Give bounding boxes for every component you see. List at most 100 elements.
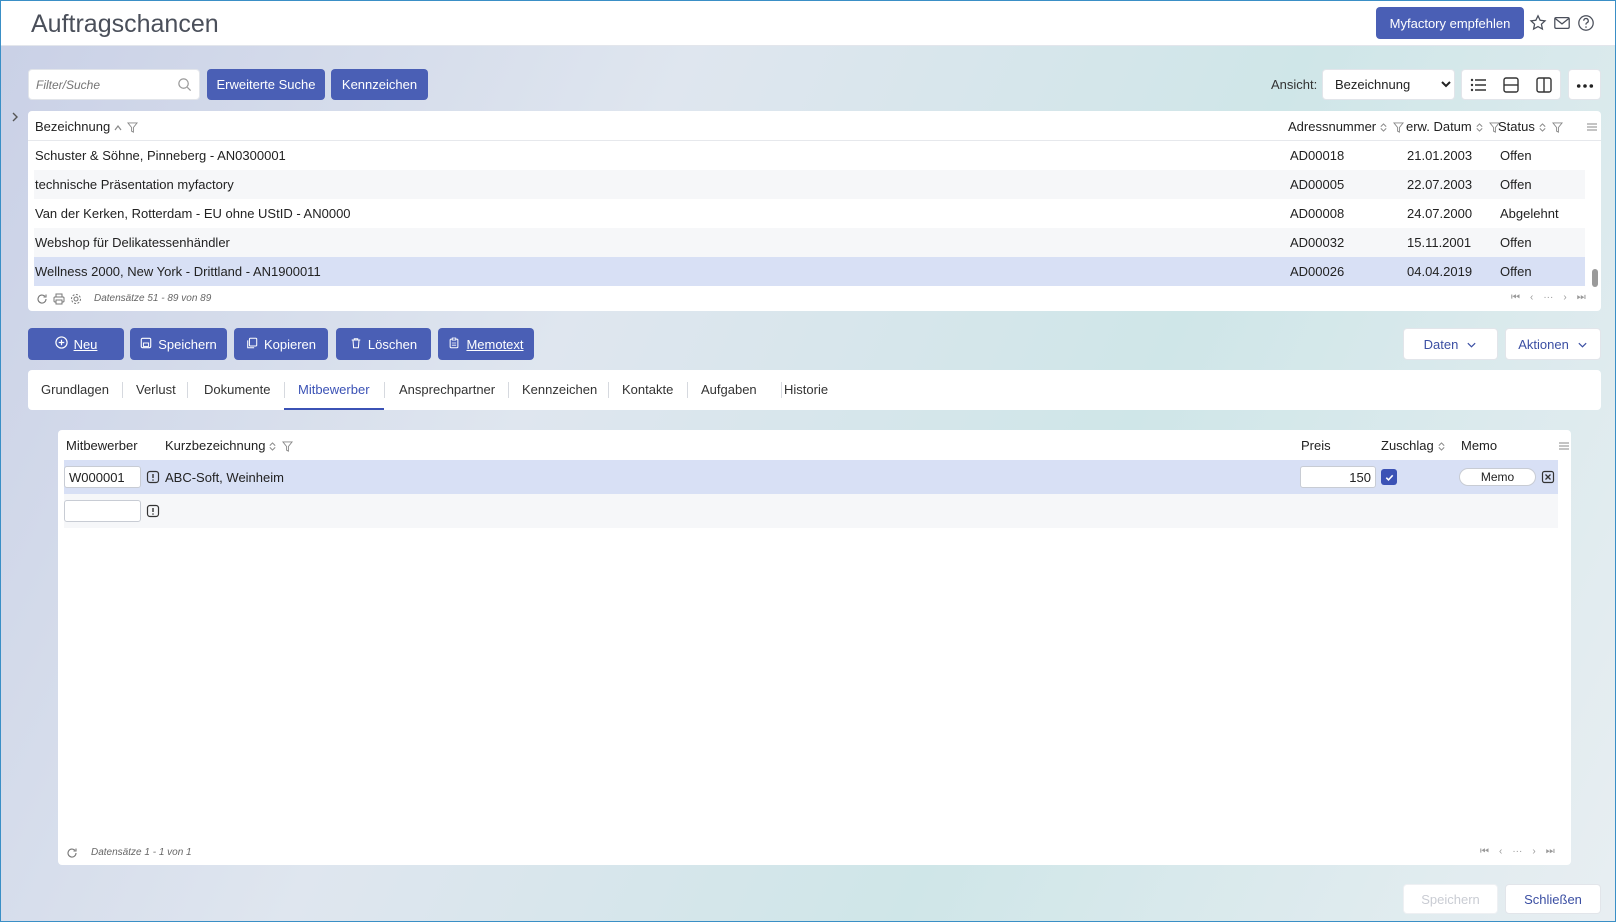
column-header-bezeichnung[interactable]: Bezeichnung: [35, 119, 139, 134]
close-button[interactable]: Schließen: [1505, 884, 1601, 914]
page-ellipsis-icon[interactable]: ···: [1512, 846, 1522, 857]
settings-icon[interactable]: [70, 293, 82, 305]
kennzeichen-button[interactable]: Kennzeichen: [331, 69, 428, 100]
refresh-icon[interactable]: [36, 293, 48, 305]
copy-button[interactable]: Kopieren: [234, 328, 328, 360]
table-row-selected[interactable]: ABC-Soft, Weinheim Memo: [64, 460, 1558, 494]
subgrid-header: Mitbewerber Kurzbezeichnung Preis Zuschl…: [58, 430, 1571, 460]
sort-asc-icon[interactable]: [113, 121, 124, 132]
view-label: Ansicht:: [1271, 77, 1318, 92]
split-horizontal-icon[interactable]: [1501, 75, 1521, 95]
print-icon[interactable]: [53, 293, 65, 305]
delete-button[interactable]: Löschen: [336, 328, 431, 360]
table-row[interactable]: Webshop für Delikatessenhändler AD00032 …: [34, 228, 1585, 257]
split-vertical-icon[interactable]: [1534, 75, 1554, 95]
new-competitor-input[interactable]: [64, 500, 141, 522]
zuschlag-checkbox[interactable]: [1381, 469, 1397, 485]
sort-icon[interactable]: [268, 440, 279, 451]
sort-icon[interactable]: [1437, 440, 1448, 451]
subgrid-footer: Datensätze 1 - 1 von 1 ⏮ ‹ ··· › ⏭: [58, 841, 1571, 865]
recommend-button[interactable]: Myfactory empfehlen: [1376, 7, 1524, 39]
lookup-icon[interactable]: [146, 470, 160, 484]
table-row[interactable]: Van der Kerken, Rotterdam - EU ohne UStI…: [34, 199, 1585, 228]
sort-icon[interactable]: [1475, 121, 1486, 132]
column-header-datum[interactable]: erw. Datum: [1406, 119, 1500, 134]
cell-adresse: AD00008: [1290, 206, 1345, 221]
new-row[interactable]: [64, 494, 1558, 528]
tab-ansprechpartner[interactable]: Ansprechpartner: [399, 382, 495, 397]
next-page-icon[interactable]: ›: [1563, 292, 1566, 303]
save-icon: [140, 337, 152, 352]
sort-icon[interactable]: [1379, 121, 1390, 132]
column-header-kurzbezeichnung[interactable]: Kurzbezeichnung: [165, 438, 294, 453]
scrollbar-thumb[interactable]: [1592, 269, 1598, 287]
column-header-zuschlag[interactable]: Zuschlag: [1381, 438, 1448, 453]
competitor-number-input[interactable]: [64, 466, 141, 488]
column-menu-icon[interactable]: [1586, 120, 1598, 131]
last-page-icon[interactable]: ⏭: [1546, 846, 1555, 857]
page-ellipsis-icon[interactable]: ···: [1543, 292, 1553, 303]
last-page-icon[interactable]: ⏭: [1577, 292, 1586, 303]
filter-icon[interactable]: [127, 121, 139, 133]
chevron-right-icon[interactable]: [9, 110, 21, 124]
opportunities-grid: Bezeichnung Adressnummer erw. Datum Stat…: [28, 111, 1601, 311]
help-icon[interactable]: [1577, 14, 1595, 32]
tab-kontakte[interactable]: Kontakte: [622, 382, 673, 397]
first-page-icon[interactable]: ⏮: [1511, 292, 1520, 303]
column-header-mitbewerber[interactable]: Mitbewerber: [66, 438, 138, 453]
search-box[interactable]: [28, 69, 200, 100]
tab-historie[interactable]: Historie: [784, 382, 828, 397]
grid-footer: Datensätze 51 - 89 von 89 ⏮ ‹ ··· › ⏭: [28, 287, 1601, 311]
first-page-icon[interactable]: ⏮: [1480, 846, 1489, 857]
delete-label: Löschen: [367, 336, 418, 352]
table-row[interactable]: Schuster & Söhne, Pinneberg - AN0300001 …: [34, 141, 1585, 170]
new-button[interactable]: Neu: [28, 328, 124, 360]
column-label: Adressnummer: [1288, 119, 1377, 134]
filter-icon[interactable]: [1551, 121, 1563, 133]
lookup-icon[interactable]: [146, 504, 160, 518]
save-button-disabled[interactable]: Speichern: [1403, 884, 1498, 914]
refresh-icon[interactable]: [66, 847, 78, 859]
copy-icon: [246, 337, 258, 352]
tab-grundlagen[interactable]: Grundlagen: [41, 382, 109, 397]
active-tab-indicator: [284, 408, 384, 410]
tab-aufgaben[interactable]: Aufgaben: [701, 382, 757, 397]
column-header-preis[interactable]: Preis: [1301, 438, 1331, 453]
view-select[interactable]: Bezeichnung: [1322, 69, 1455, 100]
prev-page-icon[interactable]: ‹: [1499, 846, 1502, 857]
filter-icon[interactable]: [282, 440, 294, 452]
column-label: Status: [1498, 119, 1535, 134]
more-options-button[interactable]: [1568, 69, 1601, 100]
star-icon[interactable]: [1529, 14, 1547, 32]
next-page-icon[interactable]: ›: [1532, 846, 1535, 857]
column-label: Preis: [1301, 438, 1331, 453]
tab-mitbewerber[interactable]: Mitbewerber: [298, 382, 370, 397]
cell-datum: 21.01.2003: [1407, 148, 1473, 163]
delete-row-icon[interactable]: [1541, 470, 1555, 484]
mail-icon[interactable]: [1553, 14, 1571, 32]
prev-page-icon[interactable]: ‹: [1530, 292, 1533, 303]
tab-dokumente[interactable]: Dokumente: [204, 382, 270, 397]
save-button[interactable]: Speichern: [130, 328, 227, 360]
advanced-search-button[interactable]: Erweiterte Suche: [207, 69, 325, 100]
sort-icon[interactable]: [1538, 121, 1549, 132]
actions-menu-button[interactable]: Aktionen: [1505, 328, 1601, 360]
column-header-memo[interactable]: Memo: [1461, 438, 1497, 453]
tab-verlust[interactable]: Verlust: [136, 382, 176, 397]
price-input[interactable]: [1300, 466, 1376, 488]
tab-kennzeichen[interactable]: Kennzeichen: [522, 382, 597, 397]
column-header-status[interactable]: Status: [1498, 119, 1563, 134]
filter-icon[interactable]: [1393, 121, 1405, 133]
table-row[interactable]: technische Präsentation myfactory AD0000…: [34, 170, 1585, 199]
data-menu-button[interactable]: Daten: [1403, 328, 1498, 360]
column-menu-icon[interactable]: [1558, 439, 1570, 450]
memotext-button[interactable]: Memotext: [438, 328, 534, 360]
list-view-icon[interactable]: [1468, 75, 1488, 95]
cell-datum: 24.07.2000: [1407, 206, 1473, 221]
table-row-selected[interactable]: Wellness 2000, New York - Drittland - AN…: [34, 257, 1585, 286]
column-header-adresse[interactable]: Adressnummer: [1288, 119, 1405, 134]
search-input[interactable]: [29, 70, 169, 99]
search-icon[interactable]: [177, 77, 192, 92]
memo-button[interactable]: Memo: [1459, 468, 1536, 486]
save-label: Speichern: [158, 336, 217, 352]
